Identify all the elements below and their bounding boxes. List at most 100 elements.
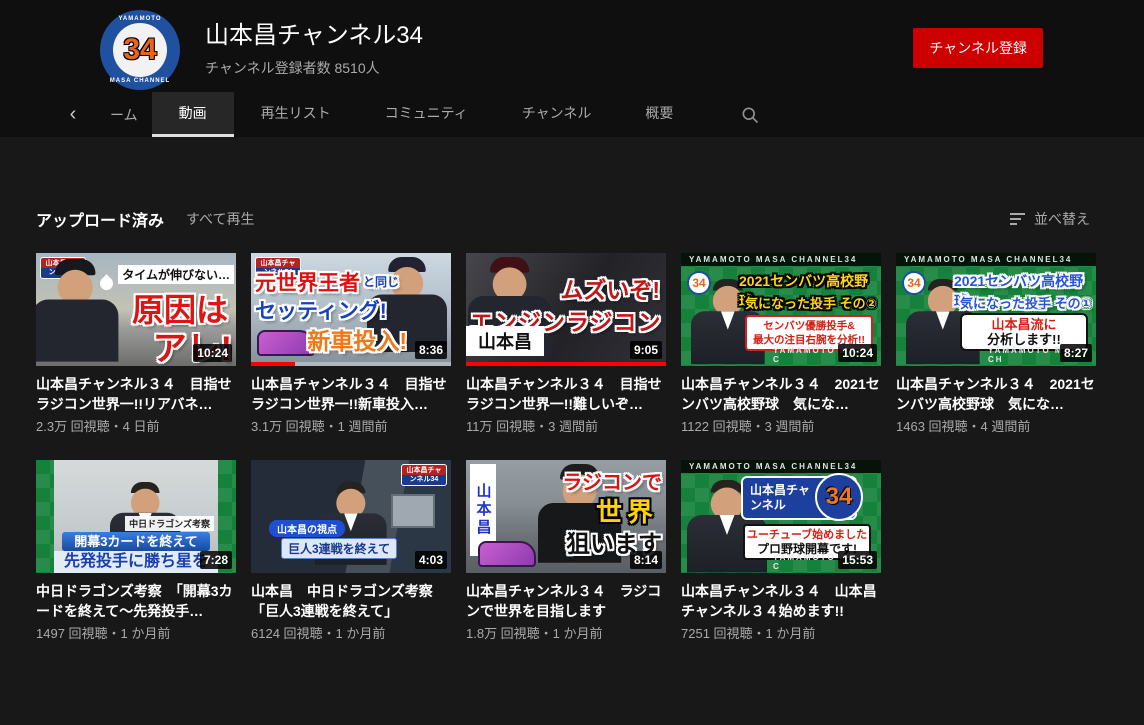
thumb-text: 山本昌の視点 bbox=[269, 520, 345, 537]
video-thumbnail[interactable]: YAMAMOTO MASA CHANNEL34 34 2021センバツ高校野球 … bbox=[681, 253, 881, 366]
thumb-banner: 開幕3カードを終えて bbox=[62, 532, 210, 551]
video-title[interactable]: 山本昌チャンネル３４ 目指せラジコン世界一!!難しいぞ… bbox=[466, 374, 666, 414]
watch-progress-bar bbox=[466, 362, 666, 366]
video-title[interactable]: 山本昌 中日ドラゴンズ考察「巨人3連戦を終えて」 bbox=[251, 581, 451, 621]
thumb-logo-box: 山本昌チャンネル 34 bbox=[741, 476, 857, 520]
video-card: 山本昌チャンネル34 山本昌の視点 巨人3連戦を終えて 4:03 山本昌 中日ド… bbox=[251, 460, 451, 643]
tab-about[interactable]: 概要 bbox=[618, 92, 700, 137]
thumb-text: と同じ bbox=[363, 273, 399, 290]
video-meta: 3.1万 回視聴・1 週間前 bbox=[251, 418, 451, 436]
duration-badge: 4:03 bbox=[415, 551, 447, 569]
search-icon bbox=[740, 105, 760, 125]
channel-name: 山本昌チャンネル34 bbox=[205, 22, 423, 51]
video-card: 山本昌チャンネル34 タイムが伸びない… 原因は アレ! 10:24 山本昌チャ… bbox=[36, 253, 236, 436]
video-title[interactable]: 中日ドラゴンズ考察 「開幕3カードを終えて～先発投手… bbox=[36, 581, 236, 621]
video-card: ムズいぞ! エンジンラジコン 山本昌 9:05 山本昌チャンネル３４ 目指せラジ… bbox=[466, 253, 666, 436]
channel-info: 山本昌チャンネル34 チャンネル登録者数 8510人 bbox=[205, 22, 423, 78]
video-title[interactable]: 山本昌チャンネル３４ 目指せラジコン世界一!!リアバネ… bbox=[36, 374, 236, 414]
tab-playlists[interactable]: 再生リスト bbox=[234, 92, 358, 137]
thumb-text: 気になった投手 その② bbox=[745, 293, 877, 312]
duration-badge: 15:53 bbox=[838, 551, 877, 569]
thumb-text: センバツ優勝投手& bbox=[749, 319, 869, 333]
avatar-core: 34 bbox=[113, 23, 167, 77]
duration-badge: 10:24 bbox=[193, 344, 232, 362]
channel-avatar: YAMAMOTO 34 MASA CHANNEL bbox=[100, 10, 180, 90]
sort-button[interactable]: 並べ替え bbox=[1004, 208, 1096, 230]
tab-community[interactable]: コミュニティ bbox=[358, 92, 495, 137]
video-title[interactable]: 山本昌チャンネル３４ 山本昌チャンネル３４始めます!! bbox=[681, 581, 881, 621]
video-title[interactable]: 山本昌チャンネル３４ 目指せラジコン世界一!!新車投入… bbox=[251, 374, 451, 414]
video-grid: 山本昌チャンネル34 タイムが伸びない… 原因は アレ! 10:24 山本昌チャ… bbox=[36, 253, 1096, 643]
uploads-header-row: アップロード済み すべて再生 並べ替え bbox=[36, 207, 1096, 231]
channel-logo-watermark: 山本昌チャンネル34 bbox=[401, 464, 447, 486]
video-meta: 1497 回視聴・1 か月前 bbox=[36, 625, 236, 643]
video-meta: 2.3万 回視聴・4 日前 bbox=[36, 418, 236, 436]
thumb-text: 山本昌 bbox=[473, 483, 494, 537]
play-all-link[interactable]: すべて再生 bbox=[186, 209, 254, 229]
avatar-ring-top-text: YAMAMOTO bbox=[118, 16, 161, 22]
duration-badge: 10:24 bbox=[838, 344, 877, 362]
video-thumbnail[interactable]: YAMAMOTO MASA CHANNEL34 山本昌チャンネル 34 ユーチュ… bbox=[681, 460, 881, 573]
duration-badge: 9:05 bbox=[630, 341, 662, 359]
video-card: 山本昌 ラジコンで 世界 狙います 8:14 山本昌チャンネル３４ ラジコンで世… bbox=[466, 460, 666, 643]
thumb-channel-banner: YAMAMOTO MASA CHANNEL34 bbox=[681, 460, 881, 473]
thumb-text: 気になった投手 その① bbox=[960, 293, 1092, 312]
thumb-banner: 巨人3連戦を終えて bbox=[281, 538, 397, 559]
video-thumbnail[interactable]: YAMAMOTO MASA CHANNEL34 34 2021センバツ高校野球 … bbox=[896, 253, 1096, 366]
thumb-text: ユーチューブ始めました bbox=[746, 528, 868, 542]
channel-header: YAMAMOTO 34 MASA CHANNEL 山本昌チャンネル34 チャンネ… bbox=[0, 0, 1144, 92]
video-meta: 1463 回視聴・4 週間前 bbox=[896, 418, 1096, 436]
logo-34-badge: 34 bbox=[815, 473, 863, 521]
thumb-text: 元世界王者 bbox=[255, 267, 360, 297]
avatar-ring-bottom-text: MASA CHANNEL bbox=[110, 78, 170, 84]
sort-label: 並べ替え bbox=[1034, 209, 1090, 229]
video-thumbnail[interactable]: 山本昌チャンネル34 タイムが伸びない… 原因は アレ! 10:24 bbox=[36, 253, 236, 366]
thumb-text: ムズいぞ! bbox=[560, 271, 660, 305]
video-card: 中日ドラゴンズ考察 開幕3カードを終えて 先発投手に勝ち星を 7:28 中日ドラ… bbox=[36, 460, 236, 643]
video-card: YAMAMOTO MASA CHANNEL34 34 2021センバツ高校野球 … bbox=[896, 253, 1096, 436]
watch-progress-bar bbox=[251, 362, 451, 366]
duration-badge: 8:36 bbox=[415, 341, 447, 359]
avatar-number: 34 bbox=[123, 33, 156, 67]
video-meta: 1.8万 回視聴・1 か月前 bbox=[466, 625, 666, 643]
thumb-text: 中日ドラゴンズ考察 bbox=[125, 516, 214, 531]
video-thumbnail[interactable]: 中日ドラゴンズ考察 開幕3カードを終えて 先発投手に勝ち星を 7:28 bbox=[36, 460, 236, 573]
video-title[interactable]: 山本昌チャンネル３４ 2021センバツ高校野球 気にな… bbox=[896, 374, 1096, 414]
studio-monitor bbox=[391, 494, 435, 528]
video-meta: 6124 回視聴・1 か月前 bbox=[251, 625, 451, 643]
tab-home-clipped[interactable]: ーム bbox=[96, 92, 152, 137]
subscriber-count: チャンネル登録者数 8510人 bbox=[205, 58, 423, 78]
subscribe-button[interactable]: チャンネル登録 bbox=[913, 28, 1043, 68]
thumb-text: セッティング! bbox=[255, 295, 387, 325]
thumb-channel-banner: YAMAMOTO MASA CHANNEL34 bbox=[681, 253, 881, 266]
video-meta: 1122 回視聴・3 週間前 bbox=[681, 418, 881, 436]
video-thumbnail[interactable]: ムズいぞ! エンジンラジコン 山本昌 9:05 bbox=[466, 253, 666, 366]
video-meta: 7251 回視聴・1 か月前 bbox=[681, 625, 881, 643]
video-title[interactable]: 山本昌チャンネル３４ ラジコンで世界を目指します bbox=[466, 581, 666, 621]
thumb-text: 新車投入! bbox=[307, 322, 407, 356]
thumb-text: タイムが伸びない… bbox=[118, 265, 234, 284]
thumb-channel-banner: YAMAMOTO MASA CHANNEL34 bbox=[896, 253, 1096, 266]
videos-page: アップロード済み すべて再生 並べ替え 山本昌チャンネル34 タイムが伸びない…… bbox=[0, 137, 1144, 643]
thumb-text: 山本昌 bbox=[466, 326, 544, 356]
video-card: YAMAMOTO MASA CHANNEL34 山本昌チャンネル 34 ユーチュ… bbox=[681, 460, 881, 643]
tab-videos[interactable]: 動画 bbox=[152, 92, 234, 137]
video-card: 山本昌チャンネル34 元世界王者 と同じ セッティング! 新車投入! 8:36 … bbox=[251, 253, 451, 436]
rc-car-graphic bbox=[478, 541, 536, 567]
thumb-banner: 先発投手に勝ち星を bbox=[54, 551, 218, 573]
duration-badge: 8:27 bbox=[1060, 344, 1092, 362]
video-thumbnail[interactable]: 山本昌チャンネル34 元世界王者 と同じ セッティング! 新車投入! 8:36 bbox=[251, 253, 451, 366]
tabs-scroll-left-button[interactable]: ‹ bbox=[50, 92, 96, 137]
video-thumbnail[interactable]: 山本昌 ラジコンで 世界 狙います 8:14 bbox=[466, 460, 666, 573]
video-thumbnail[interactable]: 山本昌チャンネル34 山本昌の視点 巨人3連戦を終えて 4:03 bbox=[251, 460, 451, 573]
tab-channels[interactable]: チャンネル bbox=[495, 92, 619, 137]
video-meta: 11万 回視聴・3 週間前 bbox=[466, 418, 666, 436]
uploads-section-title: アップロード済み bbox=[36, 207, 164, 231]
video-title[interactable]: 山本昌チャンネル３４ 2021センバツ高校野球 気にな… bbox=[681, 374, 881, 414]
thumb-text: 山本昌流に bbox=[964, 317, 1084, 332]
duration-badge: 8:14 bbox=[630, 551, 662, 569]
channel-tabs: ‹ ーム 動画 再生リスト コミュニティ チャンネル 概要 bbox=[0, 92, 1144, 137]
sort-lines-icon bbox=[1010, 213, 1025, 225]
channel-search-button[interactable] bbox=[716, 92, 784, 137]
thumb-text: 山本昌チャンネル bbox=[750, 483, 810, 512]
